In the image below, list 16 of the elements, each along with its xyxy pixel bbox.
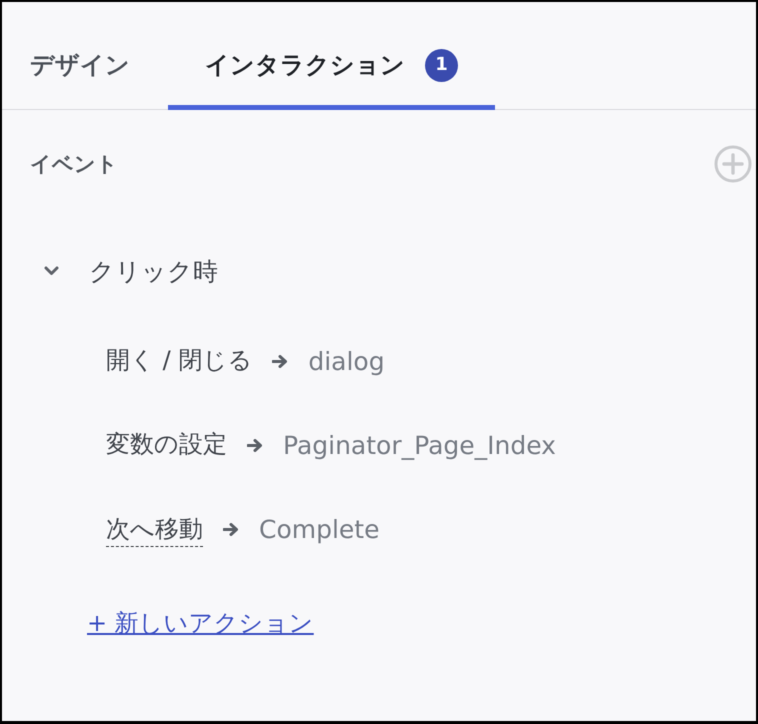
new-action-link[interactable]: + 新しいアクション [87, 607, 314, 639]
chevron-icon[interactable] [44, 266, 59, 276]
section-title: イベント [30, 151, 118, 178]
arrow-right-icon [272, 354, 288, 368]
arrow-right-icon [223, 522, 239, 536]
action-target: Paginator_Page_Index [283, 430, 556, 460]
action-target: dialog [308, 346, 385, 376]
action-label[interactable]: 変数の設定 [106, 427, 227, 463]
tab[interactable]: インタラクション 1 [168, 2, 495, 110]
event-label[interactable]: クリック時 [89, 254, 218, 288]
action-target: Complete [259, 514, 380, 544]
tab[interactable]: デザイン [2, 2, 168, 110]
count-badge: 1 [425, 48, 458, 82]
arrow-right-icon [247, 438, 263, 452]
action-label[interactable]: 次へ移動 [106, 512, 203, 546]
action-label[interactable]: 開く / 閉じる [106, 343, 252, 379]
